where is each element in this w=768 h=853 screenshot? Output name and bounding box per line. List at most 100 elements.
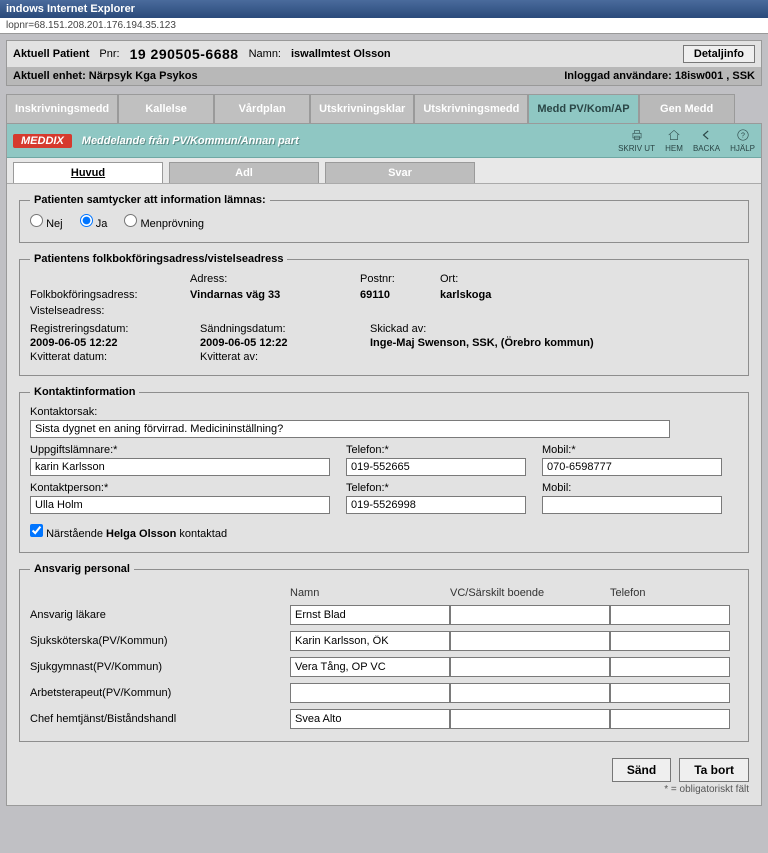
chef-tel-input[interactable] [610,709,730,729]
folk-ort: karlskoga [440,289,738,301]
kvittdate-label: Kvitterat datum: [30,351,200,363]
address-fieldset: Patientens folkbokföringsadress/vistelse… [19,253,749,376]
uppgiftslamnare-label: Uppgiftslämnare:* [30,444,330,456]
hdr-ort: Ort: [440,273,738,285]
meddix-logo: MEDDIX [13,134,72,148]
lakare-namn-input[interactable] [290,605,450,625]
narstaende-name: Helga Olsson [106,528,176,540]
senddate-value: 2009-06-05 12:22 [200,337,370,349]
narstaende-checkbox-label[interactable]: Närstående Helga Olsson kontaktad [30,528,227,540]
tab-gen-medd[interactable]: Gen Medd [639,94,735,123]
tab-vardplan[interactable]: Vårdplan [214,94,310,123]
regdate-label: Registreringsdatum: [30,323,200,335]
print-button[interactable]: SKRIV UT [618,128,655,153]
ssk-namn-input[interactable] [290,631,450,651]
subtab-huvud[interactable]: Huvud [13,162,163,183]
telefon2-label: Telefon:* [346,482,526,494]
sjg-namn-input[interactable] [290,657,450,677]
personal-row-sjukskoterska: Sjuksköterska(PV/Kommun) [30,631,738,651]
kvittav-label: Kvitterat av: [200,351,370,363]
arb-namn-input[interactable] [290,683,450,703]
ssk-tel-input[interactable] [610,631,730,651]
radio-menprovning-label[interactable]: Menprövning [124,218,204,230]
subtab-adl[interactable]: Adl [169,162,319,183]
row-label: Ansvarig läkare [30,609,290,621]
name-label: Namn: [249,48,281,60]
radio-nej-label[interactable]: Nej [30,218,63,230]
svg-text:?: ? [741,132,745,139]
back-arrow-icon [698,128,716,144]
patient-name: iswallmtest Olsson [291,48,391,60]
home-button[interactable]: HEM [665,128,683,153]
pnr-label: Pnr: [99,48,119,60]
radio-nej[interactable] [30,214,43,227]
telefon1-input[interactable] [346,458,526,476]
login-value: 18isw001 , SSK [675,70,755,82]
tab-kallelse[interactable]: Kallelse [118,94,214,123]
regdate-value: 2009-06-05 12:22 [30,337,200,349]
kontaktorsak-label: Kontaktorsak: [30,406,738,418]
lakare-vc-input[interactable] [450,605,610,625]
row-label: Sjukgymnast(PV/Kommun) [30,661,290,673]
ssk-vc-input[interactable] [450,631,610,651]
tab-medd-pv-kom-ap[interactable]: Medd PV/Kom/AP [528,94,638,123]
mobil1-input[interactable] [542,458,722,476]
folk-adress: Vindarnas väg 33 [190,289,360,301]
sentby-label: Skickad av: [370,323,738,335]
uppgiftslamnare-input[interactable] [30,458,330,476]
window-title: indows Internet Explorer [0,0,768,18]
telefon2-input[interactable] [346,496,526,514]
lakare-tel-input[interactable] [610,605,730,625]
send-button[interactable]: Sänd [612,758,671,782]
patient-label: Aktuell Patient [13,48,89,60]
tab-utskrivningsklar[interactable]: Utskrivningsklar [310,94,414,123]
arb-vc-input[interactable] [450,683,610,703]
kontakt-fieldset: Kontaktinformation Kontaktorsak: Uppgift… [19,386,749,553]
delete-button[interactable]: Ta bort [679,758,749,782]
kontaktperson-input[interactable] [30,496,330,514]
chef-vc-input[interactable] [450,709,610,729]
help-icon: ? [734,128,752,144]
folk-postnr: 69110 [360,289,440,301]
radio-menprovning[interactable] [124,214,137,227]
url-bar: lopnr=68.151.208.201.176.194.35.123 [0,18,768,34]
patient-pnr: 19 290505-6688 [130,46,239,62]
address-legend: Patientens folkbokföringsadress/vistelse… [30,253,287,265]
help-button[interactable]: ? HJÄLP [730,128,755,153]
sub-tabs: Huvud Adl Svar [7,158,761,184]
subtab-svar[interactable]: Svar [325,162,475,183]
mobil2-input[interactable] [542,496,722,514]
section-title: Meddelande från PV/Kommun/Annan part [82,135,299,147]
back-button[interactable]: BACKA [693,128,720,153]
radio-ja[interactable] [80,214,93,227]
home-icon [665,128,683,144]
unit-label: Aktuell enhet: [13,70,86,82]
kontaktperson-label: Kontaktperson:* [30,482,330,494]
narstaende-checkbox[interactable] [30,524,43,537]
hdr-namn: Namn [290,587,450,599]
arb-tel-input[interactable] [610,683,730,703]
patient-bar: Aktuell Patient Pnr: 19 290505-6688 Namn… [6,40,762,86]
tab-inskrivningsmedd[interactable]: Inskrivningsmedd [6,94,118,123]
personal-row-lakare: Ansvarig läkare [30,605,738,625]
hdr-vc: VC/Särskilt boende [450,587,610,599]
login-label: Inloggad användare: [564,70,672,82]
personal-row-arbetsterapeut: Arbetsterapeut(PV/Kommun) [30,683,738,703]
folk-label: Folkbokföringsadress: [30,289,190,301]
sjg-vc-input[interactable] [450,657,610,677]
consent-legend: Patienten samtycker att information lämn… [30,194,270,206]
chef-namn-input[interactable] [290,709,450,729]
row-label: Sjuksköterska(PV/Kommun) [30,635,290,647]
mobil1-label: Mobil:* [542,444,722,456]
sjg-tel-input[interactable] [610,657,730,677]
telefon1-label: Telefon:* [346,444,526,456]
kontaktorsak-input[interactable] [30,420,670,438]
detaljinfo-button[interactable]: Detaljinfo [683,45,755,63]
printer-icon [628,128,646,144]
tab-utskrivningsmedd[interactable]: Utskrivningsmedd [414,94,528,123]
hdr-adress: Adress: [190,273,360,285]
radio-ja-label[interactable]: Ja [80,218,108,230]
main-tabs: Inskrivningsmedd Kallelse Vårdplan Utskr… [6,94,762,123]
personal-row-sjukgymnast: Sjukgymnast(PV/Kommun) [30,657,738,677]
vist-label: Vistelseadress: [30,305,190,317]
